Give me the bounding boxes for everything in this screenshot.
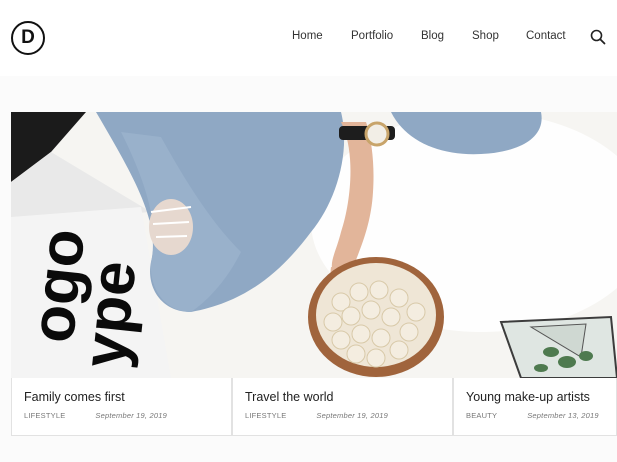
site-header: D Home Portfolio Blog Shop Contact <box>0 0 617 76</box>
nav-item-portfolio[interactable]: Portfolio <box>351 30 393 42</box>
post-category[interactable]: LIFESTYLE <box>24 411 65 420</box>
magazine-text-2: ype <box>70 258 150 371</box>
post-card[interactable]: Travel the world LIFESTYLE September 19, … <box>232 378 453 436</box>
nav-item-blog[interactable]: Blog <box>421 30 444 42</box>
post-meta: LIFESTYLE September 19, 2019 <box>245 411 388 420</box>
post-date: September 19, 2019 <box>95 411 167 420</box>
post-category[interactable]: BEAUTY <box>466 411 497 420</box>
search-icon[interactable] <box>590 29 606 45</box>
logo-letter: D <box>21 27 35 48</box>
nav-item-shop[interactable]: Shop <box>472 30 499 42</box>
post-card[interactable]: Young make-up artists BEAUTY September 13… <box>453 378 617 436</box>
post-title[interactable]: Travel the world <box>245 390 333 404</box>
hero-image[interactable]: ogo ype <box>11 112 617 378</box>
nav-item-home[interactable]: Home <box>292 30 323 42</box>
post-date: September 19, 2019 <box>316 411 388 420</box>
post-category[interactable]: LIFESTYLE <box>245 411 286 420</box>
post-title[interactable]: Young make-up artists <box>466 390 590 404</box>
site-logo[interactable]: D <box>11 21 45 55</box>
nav-item-contact[interactable]: Contact <box>526 30 566 42</box>
hero-photo-illustration: ogo ype <box>11 112 617 378</box>
post-title[interactable]: Family comes first <box>24 390 125 404</box>
post-cards: Family comes first LIFESTYLE September 19… <box>11 378 617 436</box>
post-meta: LIFESTYLE September 19, 2019 <box>24 411 167 420</box>
post-date: September 13, 2019 <box>527 411 599 420</box>
post-card[interactable]: Family comes first LIFESTYLE September 19… <box>11 378 232 436</box>
post-meta: BEAUTY September 13, 2019 <box>466 411 599 420</box>
